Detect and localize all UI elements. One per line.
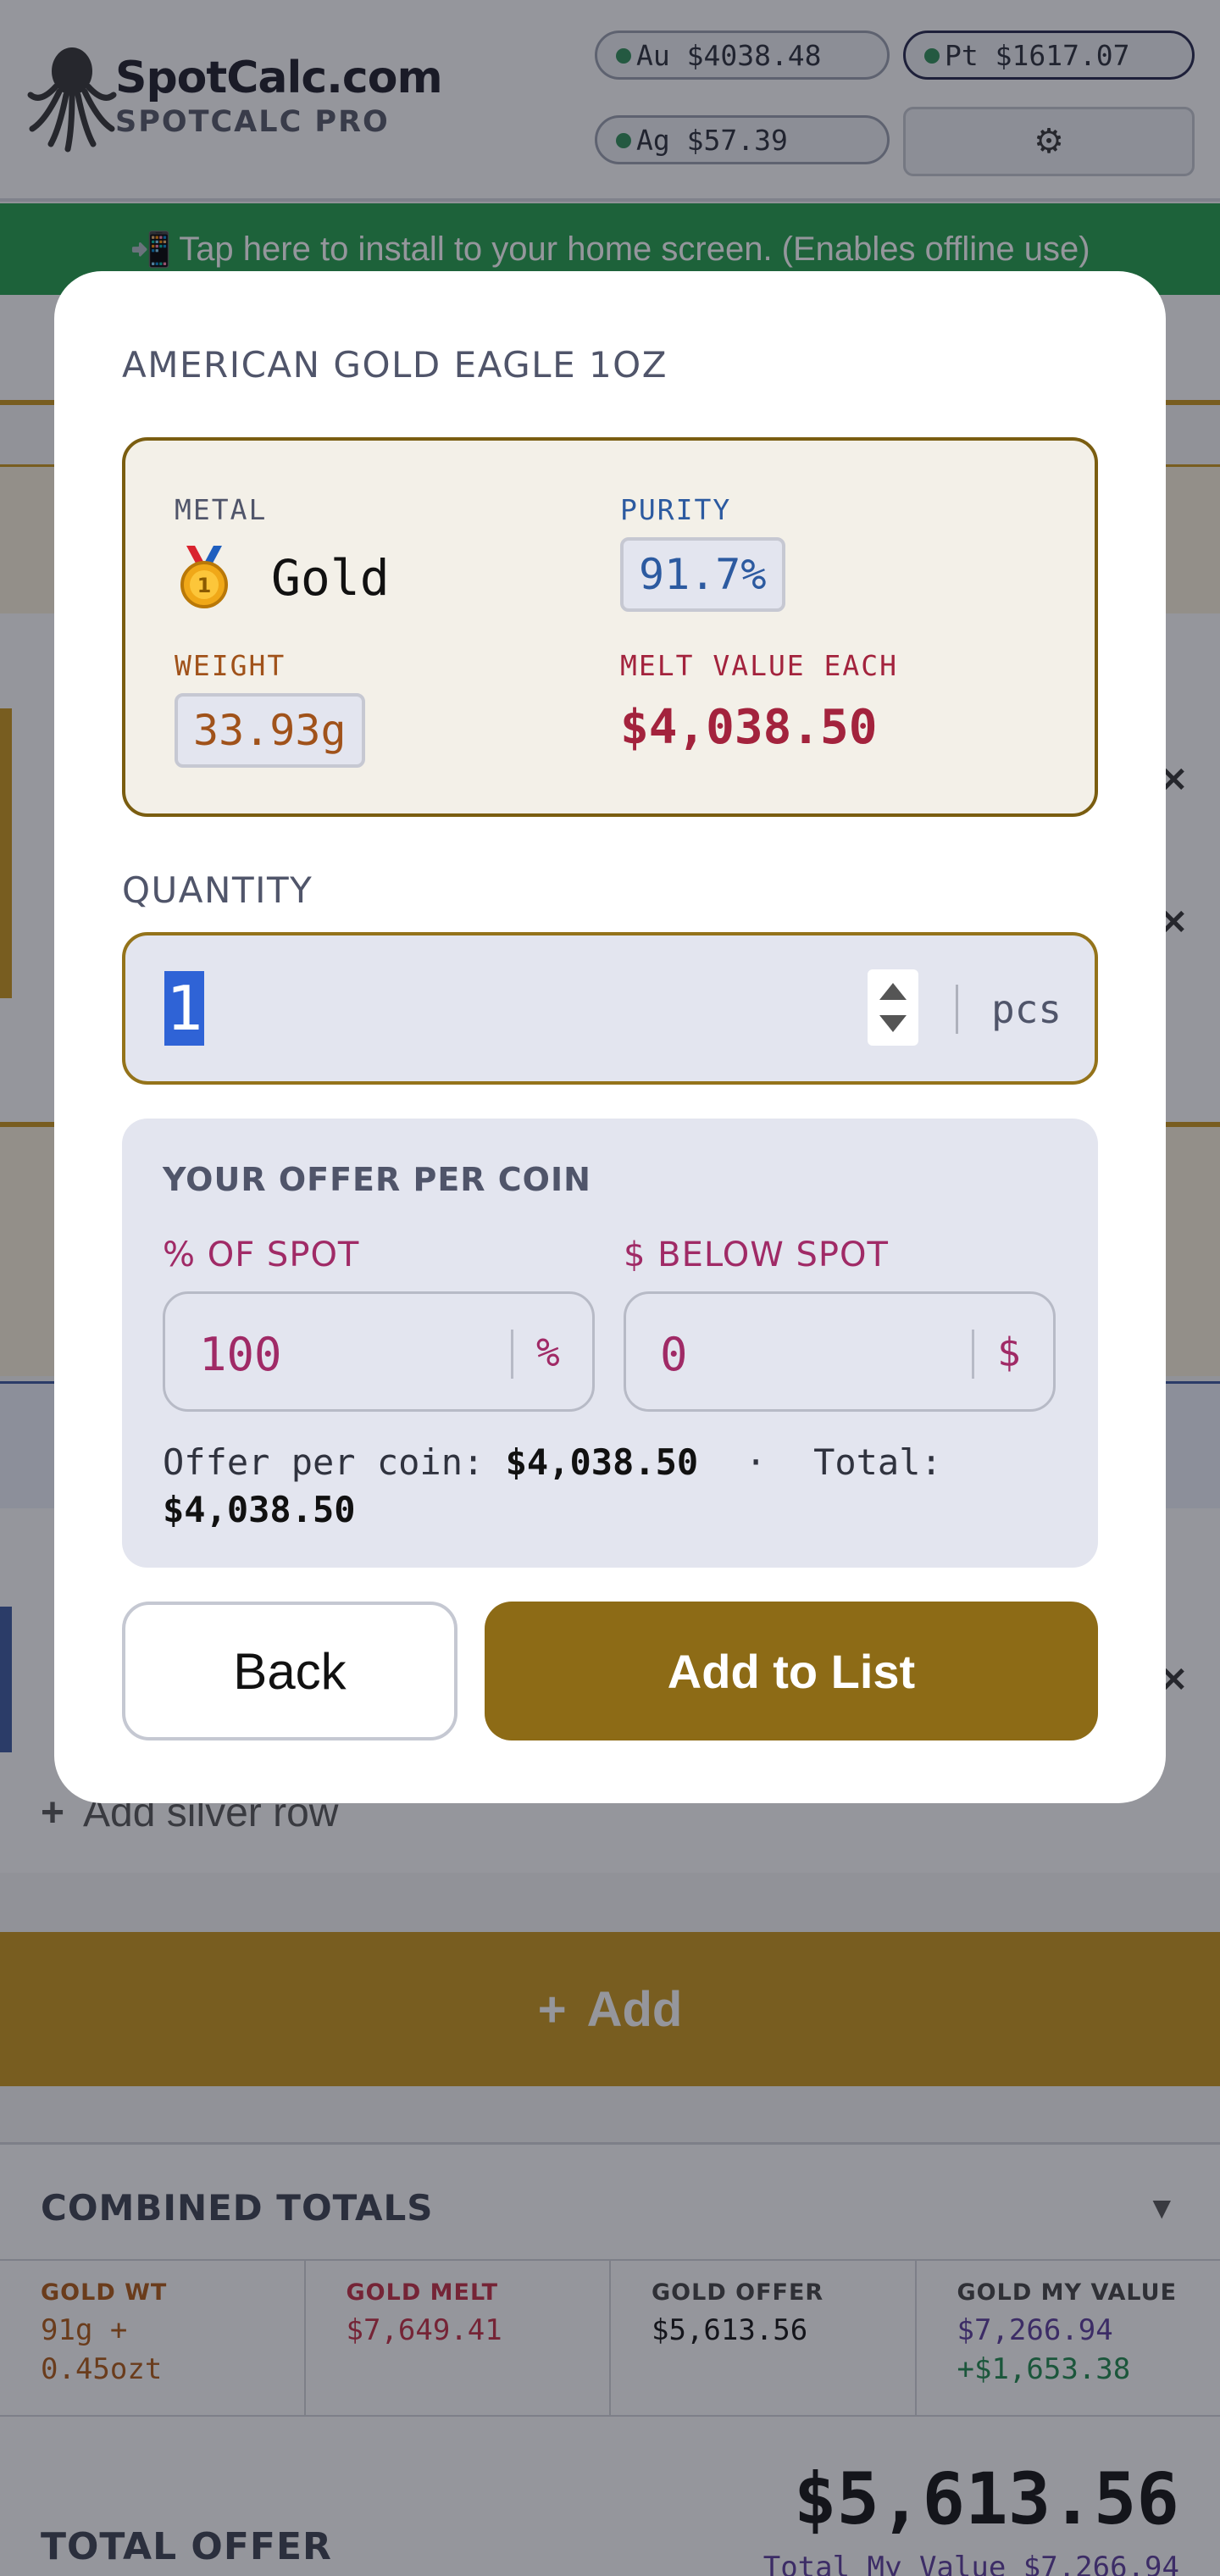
quantity-stepper[interactable] xyxy=(868,969,918,1046)
offer-summary: Offer per coin: $4,038.50 · Total: $4,03… xyxy=(163,1439,1061,1534)
percent-of-spot-label: % OF SPOT xyxy=(163,1235,360,1274)
coin-info-card: METAL 1 Gold PURITY 91.7% WEIGHT 33.93g … xyxy=(122,437,1098,817)
quantity-input[interactable]: 1 pcs xyxy=(122,932,1098,1085)
below-spot-label: $ BELOW SPOT xyxy=(624,1235,889,1274)
purity-label: PURITY xyxy=(620,493,732,526)
percent-of-spot-input[interactable]: 100 % xyxy=(163,1291,595,1412)
melt-value-label: MELT VALUE EACH xyxy=(620,649,899,682)
metal-value: Gold xyxy=(271,549,390,607)
offer-title: YOUR OFFER PER COIN xyxy=(163,1161,591,1198)
gold-medal-icon: 1 xyxy=(175,546,234,608)
offer-section: YOUR OFFER PER COIN % OF SPOT $ BELOW SP… xyxy=(122,1119,1098,1568)
offer-per-coin-value: $4,038.50 xyxy=(505,1441,699,1483)
total-label: Total: xyxy=(813,1441,942,1483)
quantity-value: 1 xyxy=(164,971,205,1046)
field-divider xyxy=(511,1330,513,1379)
separator-dot: · xyxy=(745,1441,767,1483)
svg-text:1: 1 xyxy=(197,574,212,597)
back-button[interactable]: Back xyxy=(122,1602,458,1740)
dollar-unit: $ xyxy=(997,1330,1021,1375)
total-value: $4,038.50 xyxy=(163,1489,356,1530)
below-spot-input[interactable]: 0 $ xyxy=(624,1291,1056,1412)
melt-value: $4,038.50 xyxy=(620,700,878,755)
weight-value: 33.93g xyxy=(175,693,365,768)
quantity-unit: pcs xyxy=(991,986,1062,1032)
percent-of-spot-value: 100 xyxy=(199,1328,282,1381)
below-spot-value: 0 xyxy=(660,1328,688,1381)
weight-label: WEIGHT xyxy=(175,649,286,682)
field-divider xyxy=(972,1330,974,1379)
add-to-list-button[interactable]: Add to List xyxy=(485,1602,1098,1740)
decrement-arrow-icon[interactable] xyxy=(879,1015,907,1032)
offer-per-coin-label: Offer per coin: xyxy=(163,1441,485,1483)
purity-value: 91.7% xyxy=(620,537,785,612)
quantity-label: QUANTITY xyxy=(122,869,313,911)
quantity-divider xyxy=(956,985,958,1034)
add-coin-modal: AMERICAN GOLD EAGLE 1OZ METAL 1 Gold PUR… xyxy=(54,271,1166,1803)
percent-unit: % xyxy=(536,1330,560,1375)
increment-arrow-icon[interactable] xyxy=(879,983,907,1000)
metal-label: METAL xyxy=(175,493,268,526)
modal-title: AMERICAN GOLD EAGLE 1OZ xyxy=(122,344,668,386)
